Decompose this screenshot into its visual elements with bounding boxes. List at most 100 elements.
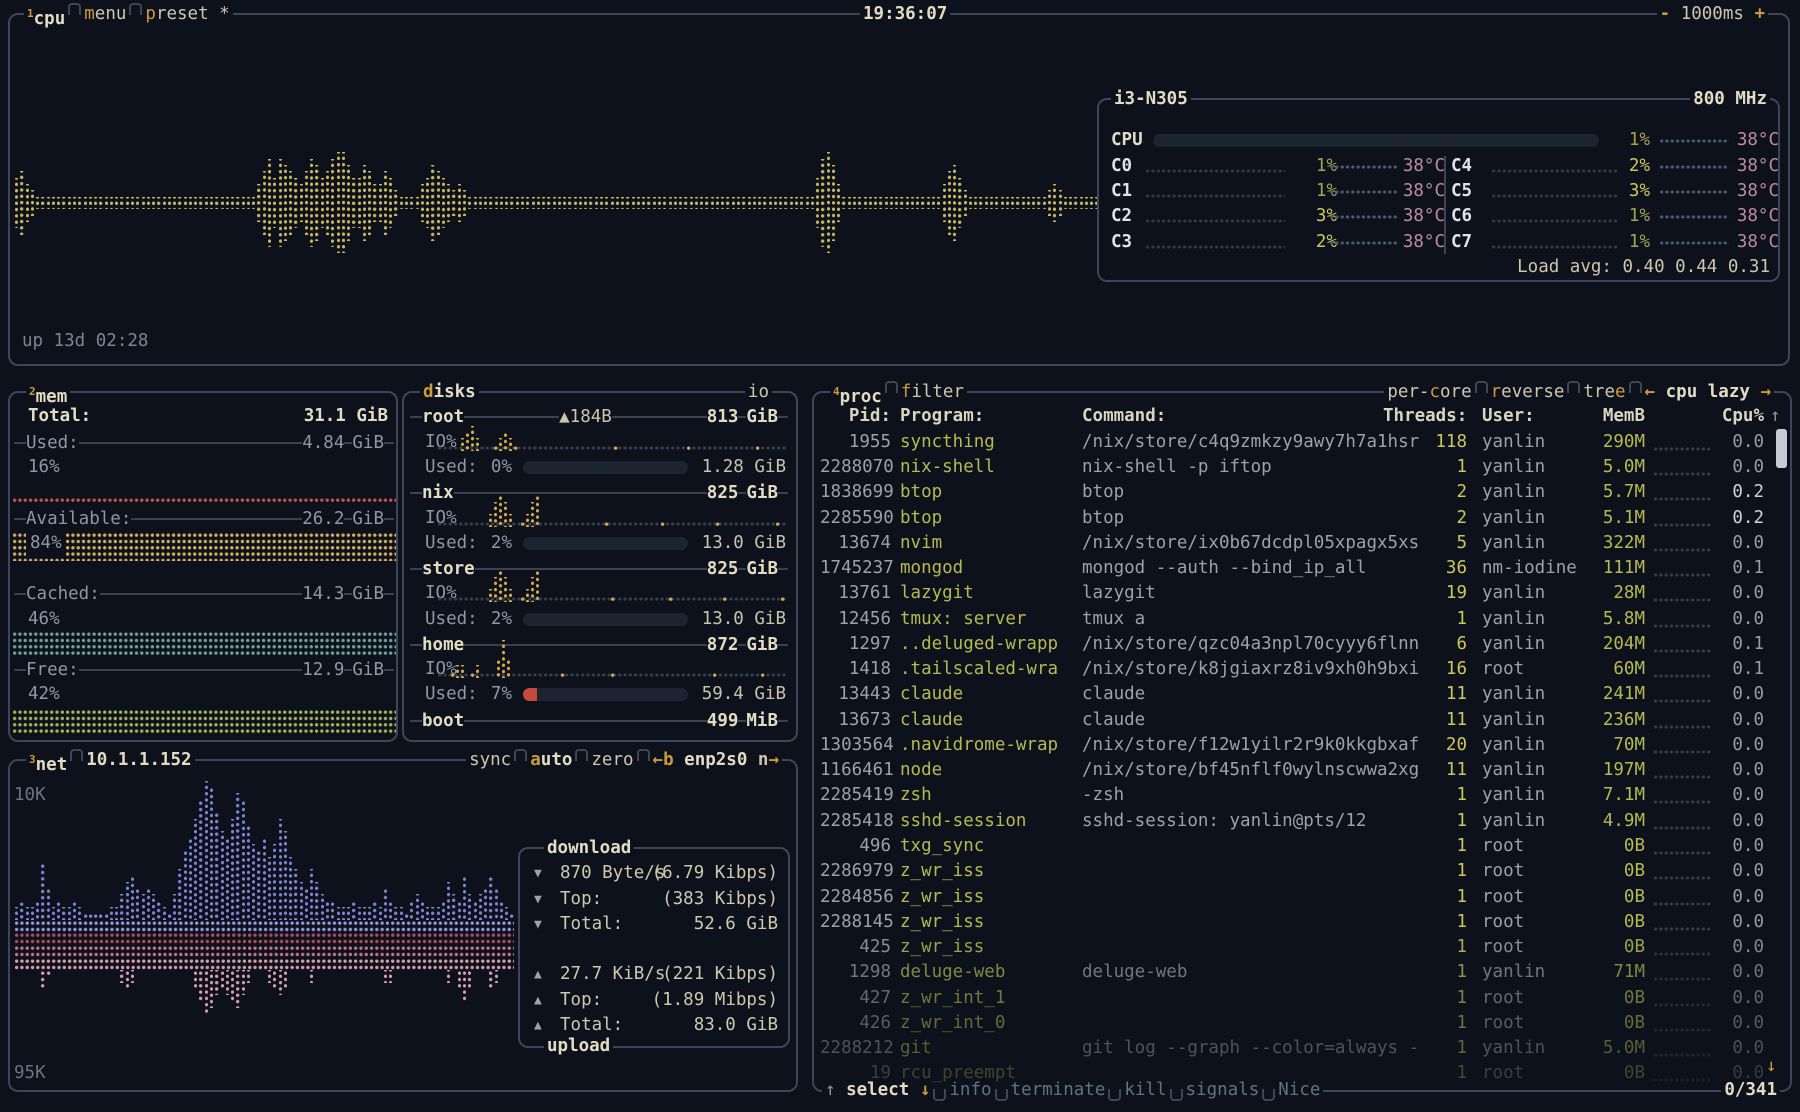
net-zero-toggle[interactable]: zero xyxy=(588,747,636,773)
proc-percore-toggle[interactable]: per-core xyxy=(1384,379,1474,405)
net-arrow-icon: ▼ xyxy=(534,861,542,886)
proc-col-pid[interactable]: Pid: xyxy=(820,404,891,429)
interval-decrease[interactable]: - 1000ms + xyxy=(1657,1,1768,27)
net-panel-title[interactable]: 3net xyxy=(26,747,70,773)
proc-col-mem[interactable]: MemB xyxy=(1575,404,1645,429)
disk-io-spike xyxy=(780,596,785,602)
process-row[interactable]: 19rcu_preempt1root0B0.0 xyxy=(814,1061,1780,1086)
process-row[interactable]: 13674nvim/nix/store/ix0b67dcdpl05xpagx5x… xyxy=(814,531,1780,556)
divider-line xyxy=(778,492,788,494)
process-row[interactable]: 1838699btopbtop2yanlin5.7M0.2 xyxy=(814,480,1780,505)
divider-line xyxy=(14,518,26,520)
proc-col-command[interactable]: Command: xyxy=(1082,404,1166,429)
mem-panel-title[interactable]: 2mem xyxy=(26,379,70,405)
cpu-info-box: i3-N305800 MHzCPU1%38°CC01%38°CC11%38°CC… xyxy=(1097,98,1780,282)
process-row[interactable]: 1745237mongodmongod --auth --bind_ip_all… xyxy=(814,556,1780,581)
net-upload-column xyxy=(388,970,393,983)
process-cpu-trail xyxy=(1653,749,1711,755)
process-cpu: 0.1 xyxy=(1712,632,1764,657)
proc-col-cpu[interactable]: Cpu% xyxy=(1712,404,1764,429)
disks-io-label[interactable]: io xyxy=(745,379,772,405)
process-row[interactable]: 13761lazygitlazygit19yanlin28M0.0 xyxy=(814,581,1780,606)
cpu-total-label: CPU xyxy=(1111,128,1143,153)
net-auto-toggle[interactable]: auto xyxy=(527,747,575,773)
process-row[interactable]: 2285418sshd-sessionsshd-session: yanlin@… xyxy=(814,809,1780,834)
process-row[interactable]: 2285590btopbtop2yanlin5.1M0.2 xyxy=(814,506,1780,531)
process-cpu: 0.0 xyxy=(1712,430,1764,455)
proc-options: per-core reverse tree ← cpu lazy → xyxy=(1384,379,1774,405)
process-pid: 2288070 xyxy=(820,455,891,480)
preset-button[interactable]: preset * xyxy=(142,1,232,27)
process-row[interactable]: 426z_wr_int_01root0B0.0 xyxy=(814,1011,1780,1036)
divider-text: boot xyxy=(422,711,464,731)
process-cpu-trail xyxy=(1653,522,1711,528)
core-temp: 38°C xyxy=(1401,179,1445,204)
proc-col-threads[interactable]: Threads: xyxy=(1383,404,1467,429)
process-cpu-trail xyxy=(1653,471,1711,477)
process-mem: 0B xyxy=(1575,910,1645,935)
process-row[interactable]: 1303564.navidrome-wrap/nix/store/f12w1yi… xyxy=(814,733,1780,758)
load-average: Load avg: 0.40 0.44 0.31 xyxy=(1517,255,1770,280)
disks-io-toggle: io xyxy=(745,379,772,405)
proc-col-program[interactable]: Program: xyxy=(900,404,984,429)
process-row[interactable]: 1955syncthing/nix/store/c4q9zmkzy9awy7h7… xyxy=(814,430,1780,455)
menu-button[interactable]: menu xyxy=(81,1,129,27)
process-row[interactable]: 2285419zsh-zsh1yanlin7.1M0.0 xyxy=(814,783,1780,808)
process-cpu: 0.0 xyxy=(1712,859,1764,884)
proc-scrollbar-thumb[interactable] xyxy=(1776,429,1787,468)
process-cpu-trail xyxy=(1653,446,1711,452)
proc-filter-button[interactable]: filter xyxy=(898,379,967,405)
process-command: sshd-session: yanlin@pts/12 xyxy=(1082,809,1366,834)
divider-row: root▲184B813GiB xyxy=(410,404,788,429)
cpu-panel-titlebar: 1cpu menu preset * xyxy=(24,1,233,27)
core-graph xyxy=(1491,218,1619,224)
proc-reverse-toggle[interactable]: reverse xyxy=(1488,379,1568,405)
net-sync-toggle[interactable]: sync xyxy=(466,747,514,773)
process-row[interactable]: 1298deluge-webdeluge-web1yanlin71M0.0 xyxy=(814,960,1780,985)
divider-line xyxy=(464,720,707,722)
core-temp: 38°C xyxy=(1401,154,1445,179)
proc-scroll-down-icon: ↓ xyxy=(1766,1054,1777,1079)
process-mem: 5.0M xyxy=(1575,455,1645,480)
divider-line xyxy=(778,720,788,722)
net-interface-switcher[interactable]: ←b enp2s0 n→ xyxy=(650,747,782,773)
divider-line xyxy=(612,416,707,418)
process-row[interactable]: 496txg_sync1root0B0.0 xyxy=(814,834,1780,859)
disk-io-spike xyxy=(610,596,615,602)
process-row[interactable]: 427z_wr_int_11root0B0.0 xyxy=(814,986,1780,1011)
process-cpu-trail xyxy=(1653,799,1711,805)
process-cpu-trail xyxy=(1653,496,1711,502)
process-row[interactable]: 1418.tailscaled-wra/nix/store/k8jgiaxrz8… xyxy=(814,657,1780,682)
cpu-panel-title[interactable]: 1cpu xyxy=(24,1,68,27)
process-row[interactable]: 12456tmux: servertmux a1yanlin5.8M0.0 xyxy=(814,607,1780,632)
proc-panel-title[interactable]: 4proc xyxy=(830,379,885,405)
process-row[interactable]: 13443claudeclaude11yanlin241M0.0 xyxy=(814,682,1780,707)
proc-tree-toggle[interactable]: tree xyxy=(1580,379,1628,405)
divider-text: GiB xyxy=(746,559,778,579)
divider-text: GiB xyxy=(352,433,384,453)
divider-row: boot499MiB xyxy=(410,708,788,733)
proc-panel-titlebar: 4proc filter xyxy=(830,379,967,405)
process-cpu: 0.2 xyxy=(1712,506,1764,531)
process-row[interactable]: 13673claudeclaude11yanlin236M0.0 xyxy=(814,708,1780,733)
disk-io-spike xyxy=(668,596,673,602)
process-row[interactable]: 2286979z_wr_iss1root0B0.0 xyxy=(814,859,1780,884)
process-row[interactable]: 2288070nix-shellnix-shell -p iftop1yanli… xyxy=(814,455,1780,480)
process-row[interactable]: 2284856z_wr_iss1root0B0.0 xyxy=(814,885,1780,910)
process-row[interactable]: 425z_wr_iss1root0B0.0 xyxy=(814,935,1780,960)
process-row[interactable]: 1166461node/nix/store/bf45nflf0wylnscwwa… xyxy=(814,758,1780,783)
process-pid: 1838699 xyxy=(820,480,891,505)
proc-sort-selector[interactable]: ← cpu lazy → xyxy=(1642,379,1774,405)
divider-text: 499 xyxy=(707,711,739,731)
process-pid: 1166461 xyxy=(820,758,891,783)
net-upload-column xyxy=(446,970,451,983)
process-row[interactable]: 2288212gitgit log --graph --color=always… xyxy=(814,1036,1780,1061)
disk-used-bar xyxy=(523,537,688,550)
upload-stat-value: (221 Kibps) xyxy=(662,962,778,987)
process-row[interactable]: 2288145z_wr_iss1root0B0.0 xyxy=(814,910,1780,935)
process-row[interactable]: 1297..deluged-wrapp/nix/store/qzc04a3npl… xyxy=(814,632,1780,657)
process-threads: 1 xyxy=(1383,960,1467,985)
proc-col-user[interactable]: User: xyxy=(1482,404,1535,429)
net-stats-box: downloadupload▼870 Byte/s(6.79 Kibps)▼To… xyxy=(518,847,790,1048)
disks-panel-title[interactable]: disks xyxy=(420,379,479,405)
